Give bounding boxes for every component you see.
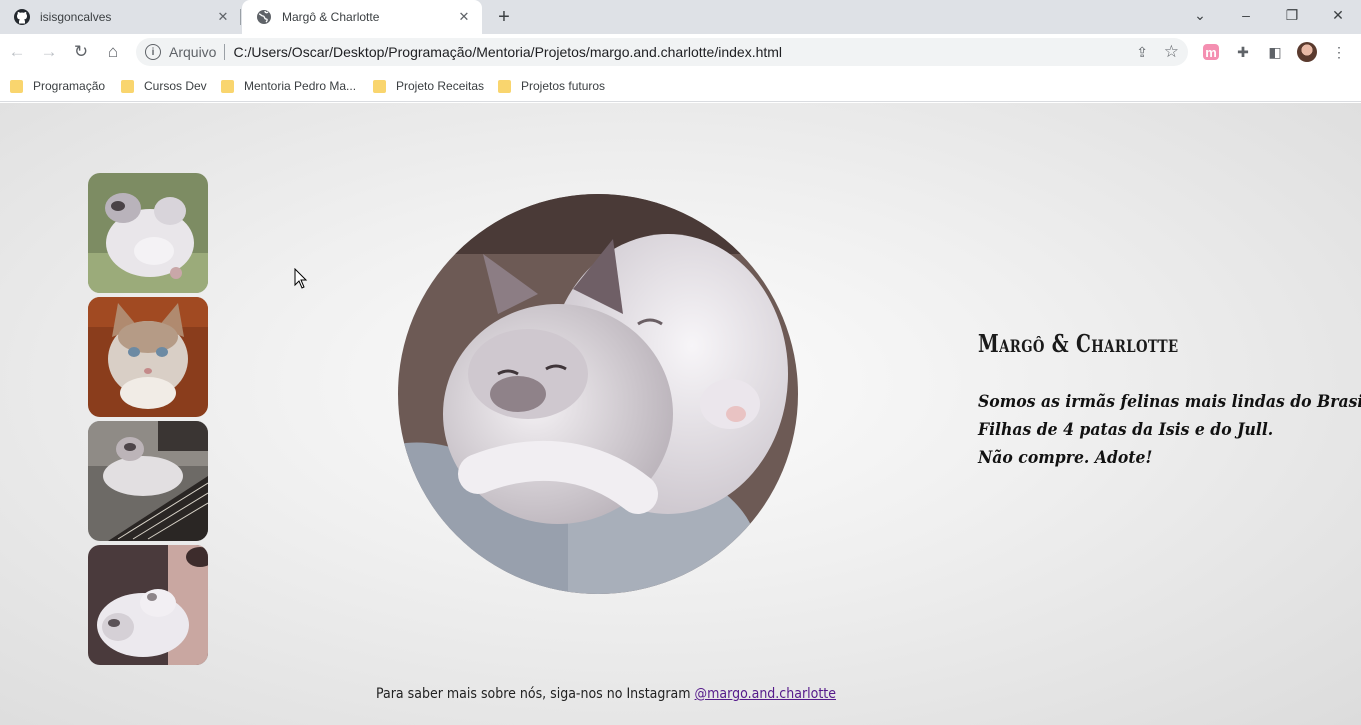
- description: Somos as irmãs felinas mais lindas do Br…: [978, 388, 1361, 472]
- thumbnail-cat-on-guitar[interactable]: [88, 421, 208, 541]
- close-window-button[interactable]: ✕: [1315, 0, 1361, 30]
- close-icon[interactable]: ✕: [454, 7, 474, 27]
- footer-text: Para saber mais sobre nós, siga-nos no I…: [376, 686, 695, 702]
- folder-icon: [498, 79, 511, 93]
- menu-kebab-icon[interactable]: ⋮: [1329, 42, 1349, 62]
- bookmark-folder[interactable]: Projetos futuros: [498, 77, 605, 95]
- thumbnail-cat-portrait[interactable]: [88, 297, 208, 417]
- folder-icon: [373, 79, 386, 93]
- folder-icon: [10, 79, 23, 93]
- folder-icon: [221, 79, 234, 93]
- extensions-puzzle-icon[interactable]: ✚: [1233, 42, 1253, 62]
- bookmark-folder[interactable]: Mentoria Pedro Ma...: [221, 77, 356, 95]
- globe-icon: [256, 9, 272, 25]
- bookmarks-bar: Programação Cursos Dev Mentoria Pedro Ma…: [0, 70, 1361, 102]
- bookmark-folder[interactable]: Programação: [10, 77, 105, 95]
- description-line: Não compre. Adote!: [978, 448, 1153, 468]
- share-icon[interactable]: ⇪: [1136, 44, 1148, 61]
- forward-button[interactable]: →: [36, 39, 62, 65]
- tab-search-chevron-icon[interactable]: ⌄: [1177, 0, 1223, 30]
- minimize-button[interactable]: –: [1223, 0, 1269, 30]
- info-icon[interactable]: i: [145, 44, 161, 60]
- tab-github[interactable]: isisgoncalves ✕: [0, 0, 241, 34]
- profile-avatar[interactable]: [1297, 42, 1317, 62]
- security-chip: Arquivo: [169, 44, 217, 60]
- side-panel-icon[interactable]: ◧: [1265, 42, 1285, 62]
- footer: Para saber mais sobre nós, siga-nos no I…: [376, 686, 836, 702]
- new-tab-button[interactable]: +: [492, 5, 516, 29]
- thumbnail-kittens-on-grass[interactable]: [88, 173, 208, 293]
- address-bar[interactable]: i Arquivo C:/Users/Oscar/Desktop/Program…: [136, 38, 1188, 66]
- page-content: Margô & Charlotte Somos as irmãs felinas…: [0, 103, 1361, 725]
- description-line: Somos as irmãs felinas mais lindas do Br…: [978, 392, 1361, 412]
- instagram-link[interactable]: @margo.and.charlotte: [695, 686, 836, 702]
- description-line: Filhas de 4 patas da Isis e do Jull.: [978, 420, 1274, 440]
- bookmark-label: Cursos Dev: [144, 79, 207, 93]
- bookmark-label: Projetos futuros: [521, 79, 606, 93]
- home-button[interactable]: ⌂: [100, 39, 126, 65]
- url-text[interactable]: C:/Users/Oscar/Desktop/Programação/Mento…: [233, 44, 782, 60]
- divider: [224, 44, 226, 60]
- folder-icon: [121, 79, 134, 93]
- bookmark-label: Projeto Receitas: [396, 79, 485, 93]
- tab-title: isisgoncalves: [40, 10, 112, 24]
- mouse-cursor-icon: [294, 268, 308, 289]
- tab-strip: isisgoncalves ✕ Margô & Charlotte ✕ + ⌄ …: [0, 0, 1361, 34]
- tab-title: Margô & Charlotte: [282, 10, 380, 24]
- bookmark-folder[interactable]: Projeto Receitas: [373, 77, 484, 95]
- extension-m-icon[interactable]: m: [1203, 44, 1219, 60]
- hero-cats-photo: [398, 194, 798, 594]
- back-button[interactable]: ←: [4, 39, 30, 65]
- reload-button[interactable]: ↻: [68, 39, 94, 65]
- close-icon[interactable]: ✕: [213, 7, 233, 27]
- browser-toolbar: ← → ↻ ⌂ i Arquivo C:/Users/Oscar/Desktop…: [0, 34, 1361, 70]
- page-title: Margô & Charlotte: [978, 329, 1179, 358]
- bookmark-label: Programação: [33, 79, 106, 93]
- thumbnail-kittens-with-owner[interactable]: [88, 545, 208, 665]
- restore-button[interactable]: ❐: [1269, 0, 1315, 30]
- tab-margo-charlotte[interactable]: Margô & Charlotte ✕: [242, 0, 482, 34]
- bookmark-label: Mentoria Pedro Ma...: [244, 79, 357, 93]
- bookmark-star-icon[interactable]: ☆: [1164, 42, 1179, 62]
- bookmark-folder[interactable]: Cursos Dev: [121, 77, 207, 95]
- github-icon: [14, 9, 30, 25]
